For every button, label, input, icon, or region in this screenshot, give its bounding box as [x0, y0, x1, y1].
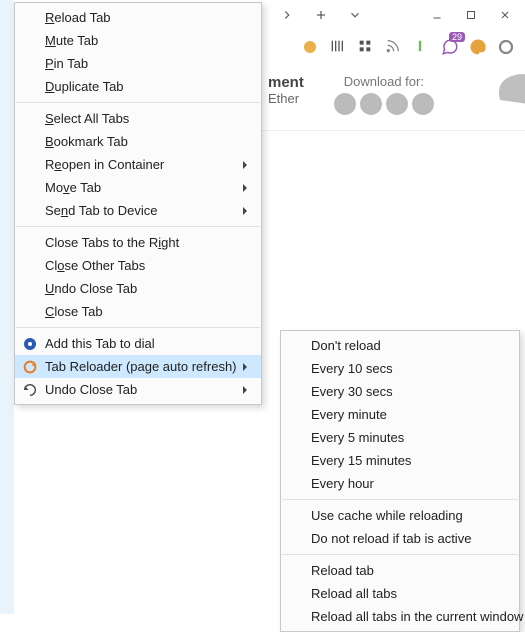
- menu-item-do-not-reload-if-tab-is-active[interactable]: Do not reload if tab is active: [281, 527, 519, 550]
- window-close-icon[interactable]: [497, 7, 513, 23]
- menu-item-mute-tab[interactable]: Mute Tab: [15, 29, 261, 52]
- menu-item-pin-tab[interactable]: Pin Tab: [15, 52, 261, 75]
- menu-item-label: Reopen in Container: [45, 157, 164, 172]
- menu-item-label: Reload all tabs in the current window: [311, 609, 523, 624]
- menu-item-undo-close-tab[interactable]: Undo Close Tab: [15, 378, 261, 401]
- tabs-dropdown-icon[interactable]: [347, 7, 363, 23]
- menu-item-every-5-minutes[interactable]: Every 5 minutes: [281, 426, 519, 449]
- menu-item-every-30-secs[interactable]: Every 30 secs: [281, 380, 519, 403]
- firefox-icon[interactable]: [360, 93, 382, 115]
- menu-item-label: Close Tab: [45, 304, 103, 319]
- paint-icon[interactable]: [469, 38, 487, 56]
- flag-icon[interactable]: [413, 38, 431, 56]
- menu-item-label: Tab Reloader (page auto refresh): [45, 359, 237, 374]
- menu-item-label: Move Tab: [45, 180, 101, 195]
- menu-item-label: Send Tab to Device: [45, 203, 158, 218]
- reloader-icon: [21, 358, 39, 376]
- menu-item-don-t-reload[interactable]: Don't reload: [281, 334, 519, 357]
- notification-badge: 29: [449, 32, 465, 42]
- menu-item-close-tab[interactable]: Close Tab: [15, 300, 261, 323]
- rss-icon[interactable]: [385, 38, 403, 56]
- menu-item-every-hour[interactable]: Every hour: [281, 472, 519, 495]
- menu-item-label: Bookmark Tab: [45, 134, 128, 149]
- menu-item-label: Every minute: [311, 407, 387, 422]
- library-icon[interactable]: [329, 38, 347, 56]
- separator: [16, 226, 260, 227]
- menu-item-duplicate-tab[interactable]: Duplicate Tab: [15, 75, 261, 98]
- download-for-label: Download for:: [334, 74, 434, 89]
- menu-item-move-tab[interactable]: Move Tab: [15, 176, 261, 199]
- nav-forward-icon[interactable]: [279, 7, 295, 23]
- window-maximize-icon[interactable]: [463, 7, 479, 23]
- separator: [16, 102, 260, 103]
- page-title-fragment: ment: [268, 74, 304, 91]
- menu-item-label: Every hour: [311, 476, 374, 491]
- menu-item-reload-all-tabs[interactable]: Reload all tabs: [281, 582, 519, 605]
- menu-item-reopen-in-container[interactable]: Reopen in Container: [15, 153, 261, 176]
- menu-item-label: Mute Tab: [45, 33, 98, 48]
- extension-icon[interactable]: [301, 38, 319, 56]
- menu-item-label: Undo Close Tab: [45, 281, 137, 296]
- chat-icon[interactable]: 29: [441, 38, 459, 56]
- tab-context-menu: Reload Tab Mute Tab Pin Tab Duplicate Tab Se…: [14, 2, 262, 405]
- menu-item-label: Every 5 minutes: [311, 430, 404, 445]
- menu-item-label: Select All Tabs: [45, 111, 129, 126]
- menu-item-label: Undo Close Tab: [45, 382, 137, 397]
- menu-item-label: Reload Tab: [45, 10, 111, 25]
- new-tab-icon[interactable]: [313, 7, 329, 23]
- separator: [282, 499, 518, 500]
- menu-item-label: Do not reload if tab is active: [311, 531, 471, 546]
- menu-item-label: Every 10 secs: [311, 361, 393, 376]
- spinner-icon[interactable]: [497, 38, 515, 56]
- menu-item-use-cache-while-reloading[interactable]: Use cache while reloading: [281, 504, 519, 527]
- menu-item-label: Close Other Tabs: [45, 258, 145, 273]
- undo-icon: [21, 381, 39, 399]
- menu-item-every-15-minutes[interactable]: Every 15 minutes: [281, 449, 519, 472]
- menu-item-close-other-tabs[interactable]: Close Other Tabs: [15, 254, 261, 277]
- menu-item-label: Pin Tab: [45, 56, 88, 71]
- menu-item-label: Add this Tab to dial: [45, 336, 155, 351]
- menu-item-add-this-tab-to-dial[interactable]: Add this Tab to dial: [15, 332, 261, 355]
- menu-item-label: Every 30 secs: [311, 384, 393, 399]
- menu-item-tab-reloader-page-auto-refresh[interactable]: Tab Reloader (page auto refresh): [15, 355, 261, 378]
- menu-item-label: Duplicate Tab: [45, 79, 124, 94]
- menu-item-label: Reload tab: [311, 563, 374, 578]
- mascot-icon: [495, 65, 525, 105]
- opera-icon[interactable]: [386, 93, 408, 115]
- menu-item-label: Every 15 minutes: [311, 453, 411, 468]
- page-subtitle-fragment: Ether: [268, 91, 304, 106]
- menu-item-reload-tab[interactable]: Reload tab: [281, 559, 519, 582]
- window-minimize-icon[interactable]: [429, 7, 445, 23]
- edge-icon[interactable]: [412, 93, 434, 115]
- chrome-icon[interactable]: [334, 93, 356, 115]
- menu-item-bookmark-tab[interactable]: Bookmark Tab: [15, 130, 261, 153]
- separator: [282, 554, 518, 555]
- menu-item-undo-close-tab[interactable]: Undo Close Tab: [15, 277, 261, 300]
- dial-icon: [21, 335, 39, 353]
- menu-item-every-10-secs[interactable]: Every 10 secs: [281, 357, 519, 380]
- menu-item-label: Reload all tabs: [311, 586, 397, 601]
- menu-item-label: Don't reload: [311, 338, 381, 353]
- menu-item-close-tabs-to-the-right[interactable]: Close Tabs to the Right: [15, 231, 261, 254]
- menu-item-label: Use cache while reloading: [311, 508, 463, 523]
- menu-item-reload-tab[interactable]: Reload Tab: [15, 6, 261, 29]
- menu-item-select-all-tabs[interactable]: Select All Tabs: [15, 107, 261, 130]
- menu-item-send-tab-to-device[interactable]: Send Tab to Device: [15, 199, 261, 222]
- apps-grid-icon[interactable]: [357, 38, 375, 56]
- separator: [16, 327, 260, 328]
- menu-item-reload-all-tabs-in-the-current-window[interactable]: Reload all tabs in the current window: [281, 605, 519, 628]
- menu-item-label: Close Tabs to the Right: [45, 235, 179, 250]
- tab-reloader-submenu: Don't reload Every 10 secs Every 30 secs Ev…: [280, 330, 520, 632]
- browser-icons-row: [334, 93, 434, 115]
- menu-item-every-minute[interactable]: Every minute: [281, 403, 519, 426]
